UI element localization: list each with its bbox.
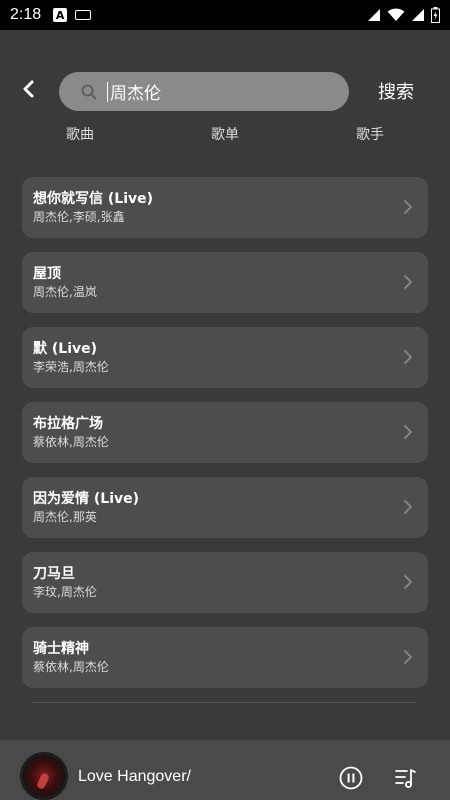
song-artists: 周杰伦,李硕,张鑫 <box>33 210 125 224</box>
back-button[interactable] <box>14 74 44 104</box>
song-title: 屋顶 <box>33 266 61 282</box>
tab-playlists[interactable]: 歌单 <box>195 124 255 144</box>
song-item[interactable]: 布拉格广场 蔡依林,周杰伦 <box>22 402 428 463</box>
song-item[interactable]: 因为爱情 (Live) 周杰伦,那英 <box>22 477 428 538</box>
mini-player[interactable]: Love Hangover/ <box>0 740 450 800</box>
playlist-icon[interactable] <box>395 767 417 789</box>
song-item[interactable]: 骑士精神 蔡依林,周杰伦 <box>22 627 428 688</box>
chevron-right-icon <box>404 275 412 289</box>
now-playing-title: Love Hangover/ <box>78 768 191 785</box>
chevron-right-icon <box>404 575 412 589</box>
pause-icon[interactable] <box>339 766 363 790</box>
song-title: 布拉格广场 <box>33 416 103 432</box>
song-title: 刀马旦 <box>33 566 75 582</box>
network-icon <box>368 9 380 21</box>
song-item[interactable]: 屋顶 周杰伦,温岚 <box>22 252 428 313</box>
wifi-icon <box>387 8 405 21</box>
song-item[interactable]: 默 (Live) 李荣浩,周杰伦 <box>22 327 428 388</box>
tab-songs[interactable]: 歌曲 <box>50 124 110 144</box>
signal-icon <box>412 9 424 21</box>
search-input[interactable] <box>107 81 327 102</box>
search-button[interactable]: 搜索 <box>366 76 426 106</box>
song-item[interactable]: 刀马旦 李玟,周杰伦 <box>22 552 428 613</box>
song-artists: 周杰伦,温岚 <box>33 285 97 299</box>
song-artists: 周杰伦,那英 <box>33 510 97 524</box>
notification-a-icon: A <box>53 8 68 22</box>
song-title: 默 (Live) <box>33 341 98 357</box>
list-divider <box>32 702 416 703</box>
song-artists: 李玟,周杰伦 <box>33 585 97 599</box>
search-icon <box>81 84 97 99</box>
chevron-right-icon <box>404 200 412 214</box>
song-title: 想你就写信 (Live) <box>33 191 154 207</box>
album-art[interactable] <box>20 752 68 800</box>
battery-icon <box>431 7 440 23</box>
status-bar: 2:18 A <box>0 0 450 30</box>
tab-artists[interactable]: 歌手 <box>340 124 400 144</box>
song-item[interactable]: 想你就写信 (Live) 周杰伦,李硕,张鑫 <box>22 177 428 238</box>
song-artists: 李荣浩,周杰伦 <box>33 360 109 374</box>
back-arrow-icon <box>23 80 34 98</box>
chevron-right-icon <box>404 350 412 364</box>
chevron-right-icon <box>404 650 412 664</box>
song-artists: 蔡依林,周杰伦 <box>33 660 109 674</box>
tab-bar: 歌曲 歌单 歌手 <box>0 124 450 146</box>
status-icons <box>367 7 440 23</box>
song-title: 因为爱情 (Live) <box>33 491 140 507</box>
song-title: 骑士精神 <box>33 641 89 657</box>
song-artists: 蔡依林,周杰伦 <box>33 435 109 449</box>
song-list: 想你就写信 (Live) 周杰伦,李硕,张鑫 屋顶 周杰伦,温岚 默 (Live… <box>22 177 428 702</box>
status-time: 2:18 <box>10 6 42 23</box>
chevron-right-icon <box>404 500 412 514</box>
keyboard-icon <box>75 10 92 20</box>
search-box[interactable] <box>59 72 349 111</box>
chevron-right-icon <box>404 425 412 439</box>
